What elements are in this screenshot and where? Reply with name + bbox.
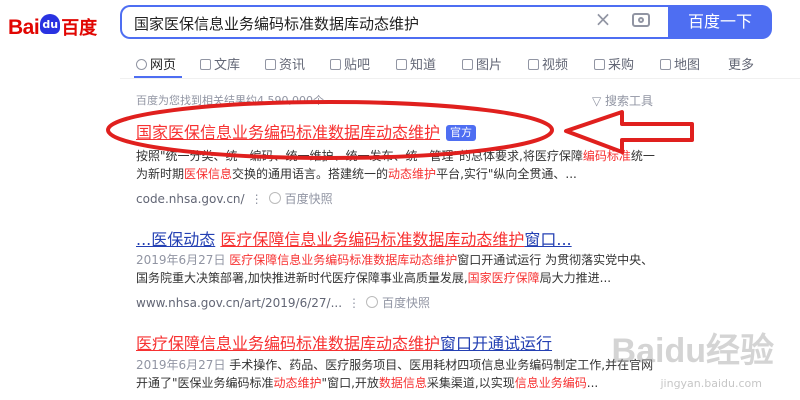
result-snippet: 2019年6月27日 医疗保障信息业务编码标准数据库动态维护窗口开通试运行 为贯… [136, 253, 654, 267]
search-button[interactable]: 百度一下 [668, 5, 772, 39]
result-title[interactable]: 国家医保信息业务编码标准数据库动态维护 官方 [136, 119, 477, 143]
paw-icon: du [40, 14, 61, 34]
tab-video[interactable]: 视频 [528, 54, 568, 73]
tab-wenku[interactable]: 文库 [200, 54, 240, 73]
search-icon [136, 59, 147, 70]
official-badge: 官方 [446, 125, 477, 141]
tab-zhidao[interactable]: 知道 [396, 54, 436, 73]
funnel-icon: ▽ [592, 94, 606, 108]
result-snippet: 按照"统一分类、统一编码、统一维护、统一发布、统一管理"的总体要求,将医疗保障编… [136, 149, 655, 163]
map-icon [660, 59, 671, 70]
snapshot-link[interactable]: 百度快照 [268, 192, 333, 206]
tab-purchase[interactable]: 采购 [594, 54, 634, 73]
clear-icon[interactable]: × [594, 9, 612, 29]
tab-map[interactable]: 地图 [660, 54, 700, 73]
result-source: www.nhsa.gov.cn/art/2019/6/27/... ⋮ 百度快照 [136, 294, 430, 311]
logo-chinese: 百度 [61, 18, 98, 39]
snapshot-icon [268, 192, 281, 204]
nav-divider [120, 78, 800, 79]
result-snippet: 国务院重大决策部署,加快推进新时代医疗保障事业高质量发展,国家医疗保障局大力推进… [136, 271, 612, 285]
doc-icon [200, 59, 211, 70]
zhidao-icon [396, 59, 407, 70]
baidu-logo[interactable]: Bai du 百度 [8, 14, 108, 39]
tab-images[interactable]: 图片 [462, 54, 502, 73]
watermark-logo: Baidu经验 [611, 332, 774, 370]
snapshot-link[interactable]: 百度快照 [366, 296, 430, 310]
more-icon[interactable]: ⋮ [348, 296, 360, 310]
result-count: 百度为您找到相关结果约4,590,000个 [136, 94, 324, 107]
result-title[interactable]: ...医保动态 医疗保障信息业务编码标准数据库动态维护窗口... [136, 226, 572, 250]
more-icon[interactable]: ⋮ [251, 192, 263, 206]
watermark-url: jingyan.baidu.com [660, 377, 762, 390]
result-snippet: 为新时期医保信息交换的通用语言。搭建统一的动态维护平台,实行"纵向全贯通、... [136, 167, 577, 181]
video-icon [528, 59, 539, 70]
tab-web[interactable]: 网页 [136, 54, 176, 73]
tab-tieba[interactable]: 贴吧 [330, 54, 370, 73]
tab-more[interactable]: 更多 [728, 54, 754, 73]
logo-text: Bai [8, 16, 40, 39]
result-url[interactable]: www.nhsa.gov.cn/art/2019/6/27/... [136, 296, 342, 310]
search-input[interactable]: 国家医保信息业务编码标准数据库动态维护 [134, 13, 419, 34]
result-url[interactable]: code.nhsa.gov.cn/ [136, 192, 245, 206]
tieba-icon [330, 59, 341, 70]
news-icon [265, 59, 276, 70]
camera-icon[interactable] [632, 13, 650, 27]
snapshot-icon [366, 296, 379, 308]
result-snippet: 2019年6月27日 手术操作、药品、医疗服务项目、医用耗材四项信息业务编码制定… [136, 358, 654, 372]
search-tools[interactable]: ▽ 搜索工具 [592, 92, 653, 109]
result-snippet: 开通了"医保业务编码标准动态维护"窗口,开放数据信息采集渠道,以实现信息业务编码… [136, 376, 599, 390]
result-source: code.nhsa.gov.cn/ ⋮ 百度快照 [136, 190, 333, 207]
tab-news[interactable]: 资讯 [265, 54, 305, 73]
cart-icon [594, 59, 605, 70]
image-icon [462, 59, 473, 70]
result-title[interactable]: 医疗保障信息业务编码标准数据库动态维护窗口开通试运行 [136, 330, 552, 354]
